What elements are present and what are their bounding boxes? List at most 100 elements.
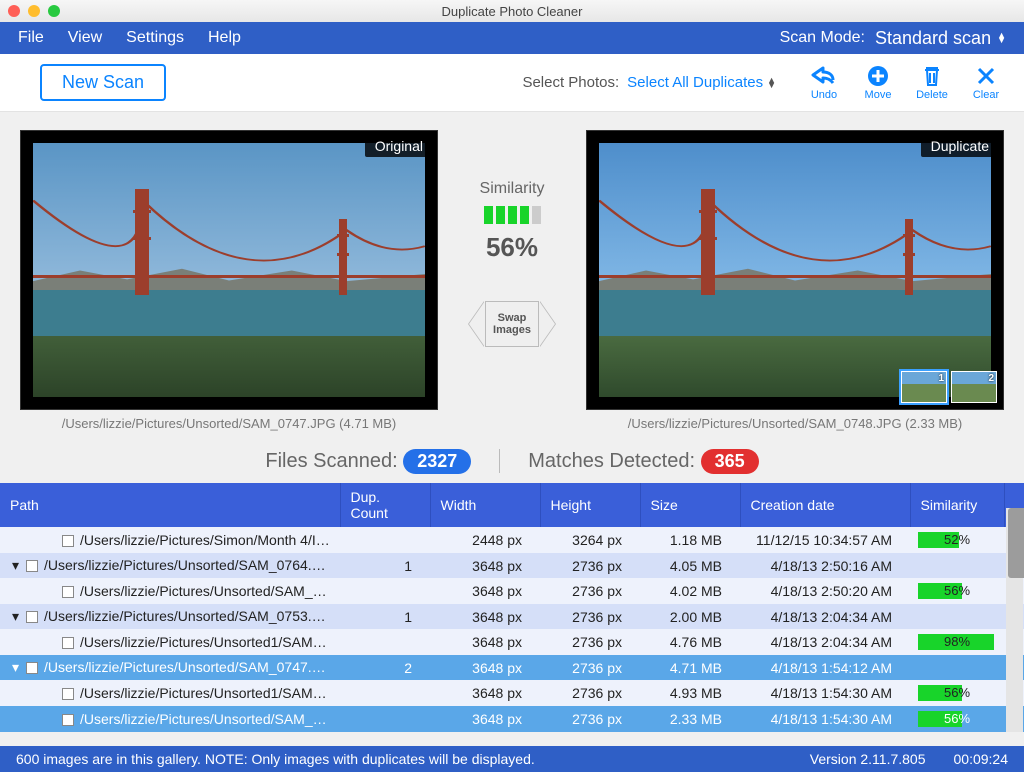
row-height: 2736 px — [540, 680, 640, 706]
clear-label: Clear — [973, 89, 999, 101]
th-height[interactable]: Height — [540, 483, 640, 527]
row-checkbox[interactable] — [62, 535, 74, 547]
row-height: 3264 px — [540, 527, 640, 553]
row-checkbox[interactable] — [62, 714, 74, 726]
row-checkbox[interactable] — [26, 662, 38, 674]
row-similarity — [910, 655, 1004, 680]
th-dup[interactable]: Dup. Count — [340, 483, 430, 527]
original-preview[interactable]: Original — [20, 130, 438, 410]
swap-images-button[interactable]: SwapImages — [469, 299, 555, 349]
row-size: 4.76 MB — [640, 629, 740, 655]
row-size: 4.05 MB — [640, 553, 740, 578]
duplicate-preview[interactable]: Duplicate 1 2 — [586, 130, 1004, 410]
row-path: /Users/lizzie/Pictures/Unsorted/SAM_0747… — [44, 659, 333, 675]
row-path: /Users/lizzie/Pictures/Simon/Month 4/IMG… — [80, 532, 340, 548]
row-dup — [340, 629, 430, 655]
scanmode-dropdown[interactable]: Standard scan ▲▼ — [875, 28, 1006, 49]
menubar: File View Settings Help Scan Mode: Stand… — [0, 22, 1024, 54]
menu-view[interactable]: View — [68, 29, 102, 47]
minimize-window-icon[interactable] — [28, 5, 40, 17]
table-row[interactable]: ▾/Users/lizzie/Pictures/Unsorted/SAM_075… — [0, 604, 1024, 629]
row-height: 2736 px — [540, 604, 640, 629]
row-checkbox[interactable] — [62, 688, 74, 700]
close-window-icon[interactable] — [8, 5, 20, 17]
select-photos-label: Select Photos: — [522, 74, 619, 91]
row-path: /Users/lizzie/Pictures/Unsorted1/SAM_075… — [80, 634, 340, 650]
scrollbar-thumb[interactable] — [1008, 508, 1024, 578]
preview-area: Original /Users/lizzie/Pictures/Unsorted… — [0, 112, 1024, 439]
disclose-icon[interactable]: ▾ — [12, 557, 22, 574]
row-checkbox[interactable] — [26, 560, 38, 572]
thumb-2[interactable]: 2 — [951, 371, 997, 403]
updown-icon: ▲▼ — [767, 78, 776, 88]
table-row[interactable]: ▾ /Users/lizzie/Pictures/Unsorted/SAM_074… — [0, 655, 1024, 680]
th-width[interactable]: Width — [430, 483, 540, 527]
table-row[interactable]: /Users/lizzie/Pictures/Simon/Month 4/IMG… — [0, 527, 1024, 553]
row-similarity: 52% — [910, 527, 1004, 553]
row-similarity: 98% — [910, 629, 1004, 655]
th-date[interactable]: Creation date — [740, 483, 910, 527]
row-dup — [340, 527, 430, 553]
row-date: 4/18/13 2:04:34 AM — [740, 604, 910, 629]
status-message: 600 images are in this gallery. NOTE: On… — [16, 751, 535, 767]
row-width: 2448 px — [430, 527, 540, 553]
move-button[interactable]: Move — [860, 65, 896, 101]
clear-button[interactable]: Clear — [968, 65, 1004, 101]
row-dup — [340, 680, 430, 706]
vertical-scrollbar[interactable] — [1006, 508, 1023, 732]
matches-detected-label: Matches Detected: — [528, 450, 695, 472]
row-width: 3648 px — [430, 655, 540, 680]
row-similarity — [910, 604, 1004, 629]
move-label: Move — [865, 89, 892, 101]
table-row[interactable]: /Users/lizzie/Pictures/Unsorted1/SAM_074… — [0, 680, 1024, 706]
table-header-row[interactable]: Path Dup. Count Width Height Size Creati… — [0, 483, 1024, 527]
disclose-icon[interactable]: ▾ — [12, 608, 22, 625]
table-row[interactable]: /Users/lizzie/Pictures/Unsorted/SAM_0748… — [0, 706, 1024, 732]
row-size: 4.93 MB — [640, 680, 740, 706]
th-size[interactable]: Size — [640, 483, 740, 527]
new-scan-button[interactable]: New Scan — [40, 64, 166, 101]
th-path[interactable]: Path — [0, 483, 340, 527]
stats-bar: Files Scanned: 2327 Matches Detected: 36… — [0, 439, 1024, 483]
original-path-label: /Users/lizzie/Pictures/Unsorted/SAM_0747… — [20, 416, 438, 431]
status-bar: 600 images are in this gallery. NOTE: On… — [0, 746, 1024, 772]
menu-file[interactable]: File — [18, 29, 44, 47]
menu-settings[interactable]: Settings — [126, 29, 184, 47]
row-checkbox[interactable] — [62, 637, 74, 649]
delete-label: Delete — [916, 89, 948, 101]
row-size: 2.00 MB — [640, 604, 740, 629]
results-table-wrap: Path Dup. Count Width Height Size Creati… — [0, 483, 1024, 732]
divider — [499, 449, 500, 473]
table-row[interactable]: /Users/lizzie/Pictures/Unsorted1/SAM_075… — [0, 629, 1024, 655]
x-icon — [976, 65, 996, 87]
row-date: 4/18/13 1:54:12 AM — [740, 655, 910, 680]
row-path: /Users/lizzie/Pictures/Unsorted/SAM_0764… — [44, 557, 333, 573]
row-dup — [340, 706, 430, 732]
th-similarity[interactable]: Similarity — [910, 483, 1004, 527]
row-checkbox[interactable] — [26, 611, 38, 623]
files-scanned-label: Files Scanned: — [265, 450, 397, 472]
results-table: Path Dup. Count Width Height Size Creati… — [0, 483, 1024, 732]
duplicate-thumbstrip: 1 2 — [901, 371, 997, 403]
row-checkbox[interactable] — [62, 586, 74, 598]
matches-detected-value: 365 — [701, 449, 759, 474]
scanmode-value: Standard scan — [875, 28, 991, 49]
duplicate-badge: Duplicate — [921, 135, 999, 157]
undo-button[interactable]: Undo — [806, 65, 842, 101]
thumb-1[interactable]: 1 — [901, 371, 947, 403]
zoom-window-icon[interactable] — [48, 5, 60, 17]
row-date: 4/18/13 2:50:20 AM — [740, 578, 910, 604]
row-date: 4/18/13 2:04:34 AM — [740, 629, 910, 655]
toolbar: New Scan Select Photos: Select All Dupli… — [0, 54, 1024, 112]
status-version: Version 2.11.7.805 — [810, 751, 926, 767]
window-controls — [8, 5, 60, 17]
row-size: 1.18 MB — [640, 527, 740, 553]
table-row[interactable]: /Users/lizzie/Pictures/Unsorted/SAM_0765… — [0, 578, 1024, 604]
select-all-duplicates-link[interactable]: Select All Duplicates ▲▼ — [627, 74, 776, 91]
menu-help[interactable]: Help — [208, 29, 241, 47]
delete-button[interactable]: Delete — [914, 65, 950, 101]
disclose-icon[interactable]: ▾ — [12, 659, 22, 676]
row-width: 3648 px — [430, 553, 540, 578]
table-row[interactable]: ▾ /Users/lizzie/Pictures/Unsorted/SAM_076… — [0, 553, 1024, 578]
row-date: 4/18/13 1:54:30 AM — [740, 680, 910, 706]
